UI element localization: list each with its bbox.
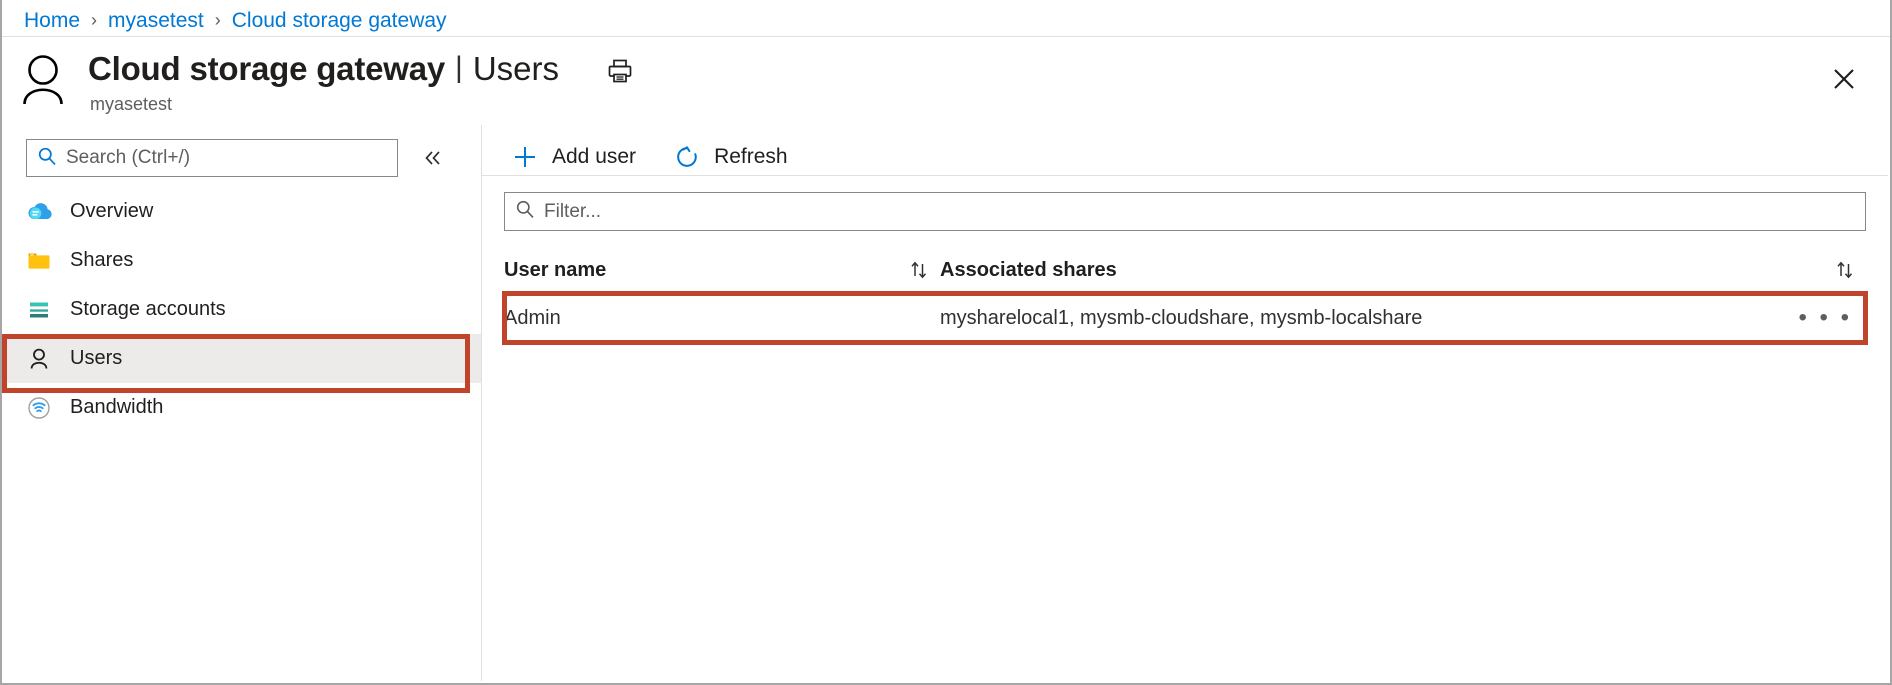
filter-box[interactable] [504, 192, 1866, 231]
table-header-user-name[interactable]: User name [504, 259, 940, 282]
sidebar-item-label: Bandwidth [70, 396, 164, 418]
sidebar-nav: Overview Shares Storage accounts Users B… [2, 187, 481, 432]
sidebar-item-storage-accounts[interactable]: Storage accounts [4, 285, 481, 334]
page-title-section: Users [472, 50, 560, 87]
table-header-associated-shares-label: Associated shares [940, 258, 1117, 281]
sidebar-search-row [26, 138, 466, 178]
sort-arrows-icon[interactable] [1834, 259, 1866, 281]
page-title-divider: | [455, 51, 463, 84]
breadcrumb-separator-icon: › [91, 9, 98, 30]
chevron-double-left-icon[interactable] [418, 143, 448, 173]
cell-associated-shares: mysharelocal1, mysmb-cloudshare, mysmb-l… [940, 306, 1423, 329]
page-header: Cloud storage gateway | Users myasetest [2, 37, 1890, 125]
sidebar: Overview Shares [2, 125, 482, 681]
breadcrumb-item-cloud-storage-gateway[interactable]: Cloud storage gateway [232, 9, 447, 33]
row-more-actions-icon[interactable]: • • • [1798, 306, 1866, 330]
add-user-label: Add user [552, 145, 637, 168]
table-header-row: User name Associated shares [504, 247, 1866, 294]
breadcrumb-item-myasetest[interactable]: myasetest [108, 9, 204, 33]
table-header-user-name-label: User name [504, 258, 607, 281]
sidebar-item-label: Shares [70, 249, 134, 271]
print-icon[interactable] [603, 54, 637, 88]
command-bar: Add user Refresh [504, 133, 818, 181]
sidebar-item-overview[interactable]: Overview [4, 187, 481, 236]
folder-icon [26, 248, 52, 274]
portal-page: Home › myasetest › Cloud storage gateway… [0, 0, 1892, 685]
sort-arrows-icon[interactable] [908, 259, 940, 281]
breadcrumb: Home › myasetest › Cloud storage gateway [24, 5, 447, 37]
page-title: Cloud storage gateway | Users [88, 50, 637, 88]
search-icon [515, 199, 535, 224]
sidebar-item-shares[interactable]: Shares [4, 236, 481, 285]
filter-input[interactable] [544, 200, 1865, 223]
breadcrumb-item-home[interactable]: Home [24, 9, 80, 33]
user-icon [26, 346, 52, 372]
sidebar-item-label: Storage accounts [70, 298, 226, 320]
breadcrumb-separator-icon: › [214, 9, 221, 30]
refresh-icon [672, 142, 702, 172]
search-box[interactable] [26, 139, 398, 177]
plus-icon [510, 142, 540, 172]
page-title-resource: Cloud storage gateway [88, 50, 446, 87]
search-icon [37, 146, 57, 171]
sidebar-item-bandwidth[interactable]: Bandwidth [4, 383, 481, 432]
users-table: User name Associated shares Admin myshar… [502, 247, 1868, 345]
close-icon[interactable] [1825, 60, 1863, 98]
search-input[interactable] [66, 147, 376, 169]
page-subtitle: myasetest [90, 94, 173, 114]
table-row[interactable]: Admin mysharelocal1, mysmb-cloudshare, m… [502, 291, 1868, 345]
sidebar-item-users[interactable]: Users [2, 334, 481, 393]
main-content: Add user Refresh Filter... User name Ass… [482, 125, 1888, 681]
sidebar-item-label: Overview [70, 200, 154, 222]
user-avatar-icon [22, 53, 64, 105]
storage-account-icon [26, 297, 52, 323]
wifi-icon [26, 395, 52, 421]
add-user-button[interactable]: Add user [504, 137, 648, 177]
sidebar-item-label: Users [70, 347, 123, 369]
table-header-associated-shares[interactable]: Associated shares [940, 259, 1866, 282]
cell-user-name: Admin [504, 306, 561, 329]
command-bar-divider [482, 175, 1888, 176]
refresh-label: Refresh [714, 145, 788, 168]
refresh-button[interactable]: Refresh [666, 137, 800, 177]
cloud-icon [26, 199, 52, 225]
